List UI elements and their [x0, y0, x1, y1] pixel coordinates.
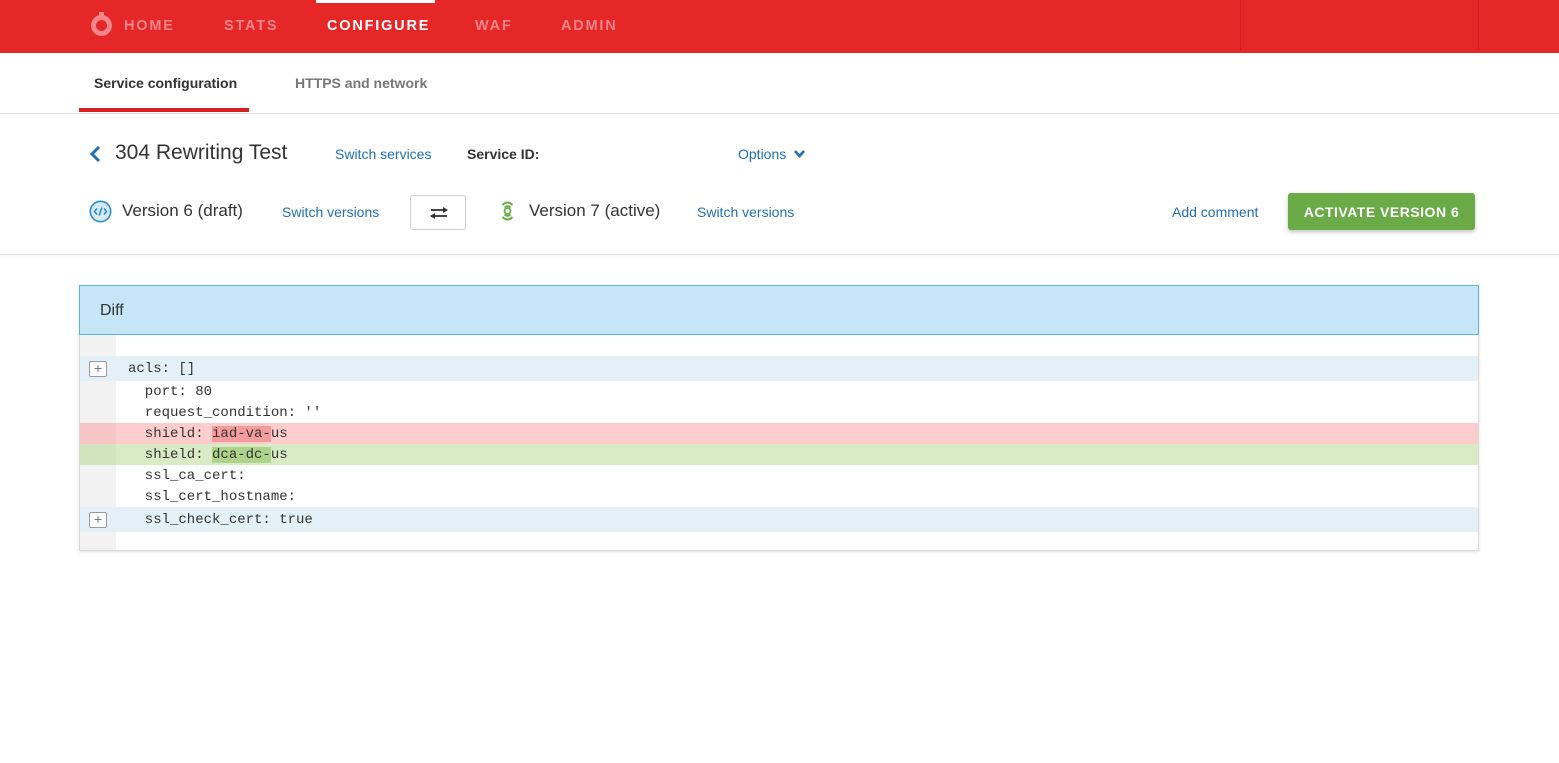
options-dropdown[interactable]: Options: [738, 146, 786, 162]
diff-panel: Diff + acls: [] port: 80 request_conditi…: [79, 285, 1479, 551]
code-draft-icon: [89, 200, 112, 223]
expand-button[interactable]: +: [89, 512, 107, 528]
diff-line-text: port: 80: [128, 384, 213, 400]
service-header: 304 Rewriting Test Switch services Servi…: [0, 114, 1559, 255]
diff-fold-line: + ssl_check_cert: true: [80, 507, 1478, 532]
swap-arrows-icon: [430, 207, 448, 219]
swap-versions-button[interactable]: [410, 195, 466, 230]
nav-item-waf[interactable]: WAF: [475, 18, 513, 34]
switch-draft-version-link[interactable]: Switch versions: [282, 204, 379, 220]
diff-line-text: request_condition: '': [128, 405, 322, 421]
diff-context-line: ssl_cert_hostname:: [80, 486, 1478, 507]
diff-line-text: shield: iad-va-us: [128, 426, 288, 442]
draft-version-label: Version 6 (draft): [122, 201, 243, 220]
nav-item-stats[interactable]: STATS: [224, 18, 278, 34]
nav-divider: [1240, 0, 1241, 50]
diff-added-line: shield: dca-dc-us: [80, 444, 1478, 465]
diff-line-text: shield: dca-dc-us: [128, 447, 288, 463]
tab-service-configuration[interactable]: Service configuration: [94, 75, 237, 91]
chevron-left-icon[interactable]: [88, 144, 102, 164]
diff-context-line: ssl_ca_cert:: [80, 465, 1478, 486]
switch-services-link[interactable]: Switch services: [335, 146, 431, 162]
tab-https-and-network[interactable]: HTTPS and network: [295, 75, 427, 91]
removed-highlight: iad-va-: [212, 426, 271, 442]
diff-title: Diff: [100, 302, 124, 319]
switch-active-version-link[interactable]: Switch versions: [697, 204, 794, 220]
top-navigation-bar: HOME STATS CONFIGURE WAF ADMIN: [0, 0, 1559, 53]
diff-body: + acls: [] port: 80 request_condition: '…: [80, 335, 1478, 550]
add-comment-link[interactable]: Add comment: [1172, 204, 1258, 220]
diff-removed-line: shield: iad-va-us: [80, 423, 1478, 444]
service-id-label: Service ID:: [467, 146, 540, 162]
diff-line-text: ssl_ca_cert:: [128, 468, 246, 484]
stopwatch-logo-icon[interactable]: [91, 12, 112, 36]
diff-fold-line: + acls: []: [80, 356, 1478, 381]
active-broadcast-icon: [501, 201, 514, 221]
diff-context-line: request_condition: '': [80, 402, 1478, 423]
active-version-label: Version 7 (active): [529, 201, 661, 220]
diff-context-line: port: 80: [80, 381, 1478, 402]
activate-version-button[interactable]: ACTIVATE VERSION 6: [1288, 193, 1475, 230]
active-tab-underline: [79, 108, 249, 112]
nav-item-admin[interactable]: ADMIN: [561, 18, 618, 34]
added-highlight: dca-dc-: [212, 447, 271, 463]
nav-divider: [1478, 0, 1479, 50]
diff-header: Diff: [79, 285, 1479, 335]
diff-line-text: ssl_cert_hostname:: [128, 489, 297, 505]
diff-line-text: acls: []: [128, 361, 196, 377]
nav-active-indicator: [316, 0, 435, 3]
expand-button[interactable]: +: [89, 361, 107, 377]
nav-item-home[interactable]: HOME: [124, 18, 175, 34]
nav-item-configure[interactable]: CONFIGURE: [327, 18, 430, 34]
chevron-down-icon[interactable]: [793, 149, 806, 159]
service-title: 304 Rewriting Test: [115, 141, 288, 164]
sub-tabs: Service configuration HTTPS and network: [0, 53, 1559, 114]
diff-line-text: ssl_check_cert: true: [128, 512, 313, 528]
